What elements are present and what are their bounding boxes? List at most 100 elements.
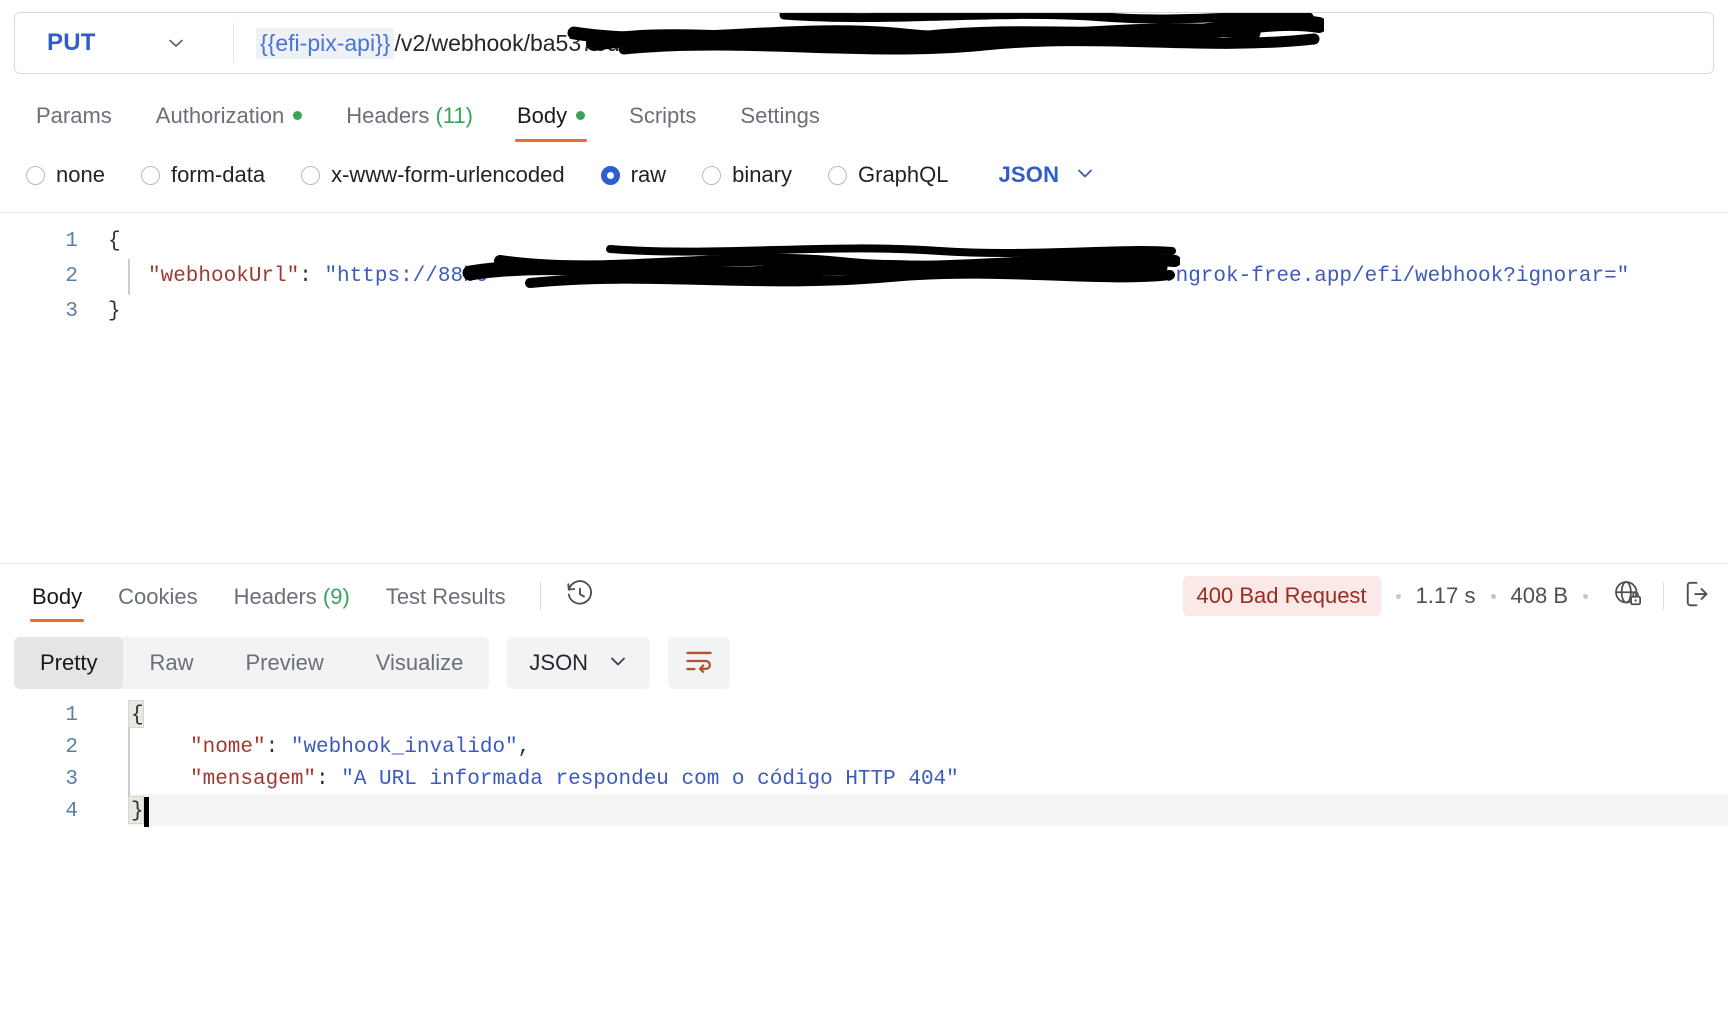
body-format-selector[interactable]: JSON — [999, 162, 1096, 188]
response-format-label: JSON — [529, 650, 589, 675]
json-value: "A URL informada respondeu com o código … — [341, 768, 959, 791]
response-size: 408 B — [1510, 583, 1569, 608]
tab-settings[interactable]: Settings — [718, 103, 842, 142]
request-code-line-2-tail: .ngrok-free.app/efi/webhook?ignorar=" — [1163, 265, 1630, 288]
highlighted-line — [128, 794, 1728, 826]
tab-label: Settings — [740, 103, 820, 128]
view-mode-raw[interactable]: Raw — [123, 637, 219, 689]
chevron-down-icon — [588, 651, 628, 676]
body-type-none[interactable]: none — [26, 162, 105, 188]
tab-label: Authorization — [155, 103, 285, 128]
radio-icon[interactable] — [140, 165, 160, 185]
response-code-line-2: "nome": "webhook_invalido", — [190, 736, 530, 759]
view-mode-preview[interactable]: Preview — [219, 637, 349, 689]
http-method-selector[interactable]: PUT — [15, 13, 233, 73]
response-network-button[interactable] — [1603, 579, 1653, 614]
response-tab-headers[interactable]: Headers (9) — [216, 570, 368, 622]
globe-lock-icon — [1613, 579, 1643, 614]
tab-label: Body — [517, 103, 568, 128]
json-key: "nome" — [190, 736, 266, 759]
response-tab-bar: Body Cookies Headers (9) Test Results 40… — [0, 564, 1728, 628]
tab-body[interactable]: Body — [495, 103, 607, 142]
separator-dot — [1395, 593, 1401, 599]
json-key: "webhookUrl" — [148, 265, 300, 288]
response-code-line-3: "mensagem": "A URL informada respondeu c… — [190, 768, 959, 791]
response-line-number: 2 — [65, 736, 78, 759]
response-view-mode-group: Pretty Raw Preview Visualize — [14, 637, 490, 689]
tab-label: Cookies — [118, 584, 198, 609]
save-response-button[interactable] — [1674, 579, 1714, 614]
response-code-line-4: } — [131, 800, 144, 823]
json-value-start: "https://88b0 — [324, 265, 489, 288]
url-bar: PUT {{efi-pix-api}} /v2/webhook/ba5376df — [14, 12, 1714, 74]
response-tab-cookies[interactable]: Cookies — [100, 570, 215, 622]
request-line-number: 2 — [65, 265, 78, 288]
body-type-graphql[interactable]: GraphQL — [828, 162, 949, 188]
status-dot-icon — [576, 111, 586, 120]
body-type-label: none — [56, 162, 105, 187]
tab-authorization[interactable]: Authorization — [134, 103, 324, 142]
separator-dot — [1490, 593, 1496, 599]
text-cursor — [144, 797, 149, 827]
response-view-toolbar: Pretty Raw Preview Visualize JSON — [0, 628, 1728, 698]
radio-icon[interactable] — [702, 165, 722, 185]
body-type-label: raw — [630, 162, 667, 187]
request-code-line-1: { — [108, 230, 121, 253]
url-input[interactable]: {{efi-pix-api}} /v2/webhook/ba5376df — [234, 13, 1713, 73]
response-body-editor[interactable]: 1 { 2 "nome": "webhook_invalido", 3 "men… — [0, 698, 1728, 898]
radio-icon-selected[interactable] — [600, 165, 620, 185]
chevron-down-icon — [1059, 163, 1095, 188]
radio-icon[interactable] — [301, 165, 321, 185]
save-response-icon — [1684, 579, 1714, 614]
body-type-label: GraphQL — [858, 162, 949, 187]
body-type-label: binary — [732, 162, 792, 187]
response-time: 1.17 s — [1415, 583, 1476, 608]
view-mode-label: Pretty — [40, 650, 98, 675]
response-code-line-1: { — [131, 704, 144, 727]
status-badge: 400 Bad Request — [1182, 576, 1381, 616]
tab-label: Body — [32, 584, 83, 609]
tab-headers[interactable]: Headers (11) — [324, 103, 495, 142]
json-colon: : — [316, 768, 342, 791]
tab-label: Scripts — [629, 103, 697, 128]
wrap-lines-button[interactable] — [668, 637, 731, 689]
request-line-number: 3 — [65, 300, 78, 323]
response-line-number: 1 — [65, 704, 78, 727]
redaction-mark-url — [567, 13, 1324, 55]
radio-icon[interactable] — [26, 165, 45, 185]
view-mode-label: Visualize — [375, 650, 464, 675]
json-colon: : — [265, 736, 291, 759]
tab-scripts[interactable]: Scripts — [607, 103, 718, 142]
tab-label: Params — [36, 103, 112, 128]
body-type-label: x-www-form-urlencoded — [331, 162, 565, 187]
json-comma: , — [517, 736, 531, 759]
url-variable-chip: {{efi-pix-api}} — [256, 27, 395, 59]
radio-icon[interactable] — [828, 165, 847, 185]
tab-label: Headers — [233, 584, 317, 609]
wrap-lines-icon — [684, 648, 714, 679]
clock-history-icon — [565, 579, 595, 614]
chevron-down-icon — [167, 34, 185, 52]
body-type-raw[interactable]: raw — [600, 162, 667, 188]
view-mode-label: Raw — [149, 650, 194, 675]
body-type-binary[interactable]: binary — [702, 162, 792, 188]
response-tab-body[interactable]: Body — [14, 570, 100, 622]
request-code-line-3: } — [108, 300, 121, 323]
status-dot-icon — [293, 111, 303, 120]
tab-params[interactable]: Params — [14, 103, 134, 142]
view-mode-label: Preview — [245, 650, 324, 675]
response-history-button[interactable] — [557, 579, 603, 614]
response-tab-test-results[interactable]: Test Results — [368, 570, 524, 622]
request-body-editor[interactable]: 1 { 2 "webhookUrl": "https://88b0 .ngrok… — [0, 212, 1728, 564]
tab-label: Headers — [346, 103, 430, 128]
body-type-urlencoded[interactable]: x-www-form-urlencoded — [301, 162, 565, 188]
request-code-line-2: "webhookUrl": "https://88b0 — [148, 265, 488, 288]
postman-request-response-pane: PUT {{efi-pix-api}} /v2/webhook/ba5376df… — [0, 12, 1728, 1030]
view-mode-visualize[interactable]: Visualize — [350, 637, 490, 689]
body-type-form-data[interactable]: form-data — [140, 162, 266, 188]
body-type-label: form-data — [170, 162, 266, 187]
http-method-label: PUT — [47, 29, 96, 56]
view-mode-pretty[interactable]: Pretty — [14, 637, 124, 689]
body-format-label: JSON — [998, 162, 1060, 187]
response-format-selector[interactable]: JSON — [507, 637, 651, 689]
